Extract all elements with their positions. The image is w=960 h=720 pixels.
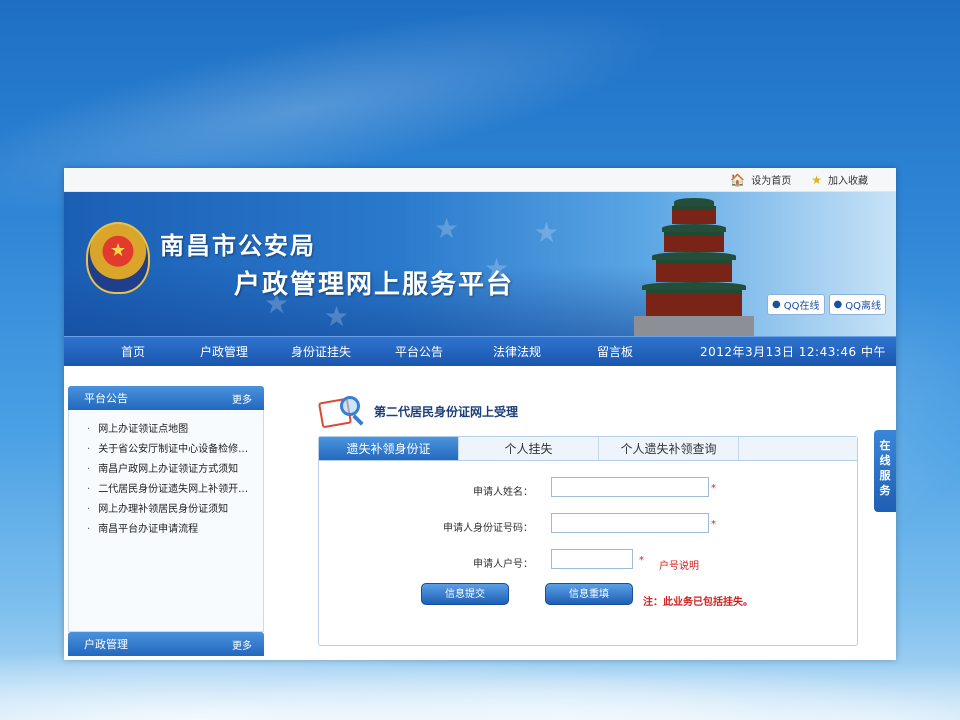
household-panel-header: 户政管理 更多: [68, 632, 264, 656]
form-heading: 第二代居民身份证网上受理: [317, 392, 519, 430]
form-panel: 遗失补领身份证 个人挂失 个人遗失补领查询 申请人姓名： * 申请人身份证号码：…: [318, 436, 858, 646]
household-more-link[interactable]: 更多: [232, 637, 252, 652]
notice-item[interactable]: · 关于省公安厅制证中心设备检修…: [69, 440, 263, 460]
home-icon: 🏠: [730, 172, 746, 187]
content-area: 平台公告 更多 · 网上办证领证点地图 · 关于省公安厅制证中心设备检修… · 南昌户…: [64, 366, 896, 660]
applicant-id-input[interactable]: [551, 513, 709, 533]
form-title: 第二代居民身份证网上受理: [374, 404, 519, 419]
notice-item[interactable]: · 南昌平台办证申请流程: [69, 520, 263, 540]
qq-penguin-icon: ●: [772, 299, 781, 310]
tab-personal-loss[interactable]: 个人挂失: [459, 437, 599, 460]
emblem-star-icon: ★: [110, 240, 127, 261]
qq-penguin-icon: ●: [833, 299, 843, 310]
nav-home[interactable]: 首页: [114, 343, 152, 360]
required-mark: *: [639, 555, 644, 566]
banner-star-icon: ★: [434, 212, 460, 245]
top-utility-bar: 🏠 设为首页 ★ 加入收藏: [64, 168, 896, 192]
site-title-bureau: 南昌市公安局: [160, 232, 316, 260]
hukou-help-link[interactable]: 户号说明: [659, 557, 699, 572]
notice-item[interactable]: · 网上办证领证点地图: [69, 420, 263, 440]
browser-page: 🏠 设为首页 ★ 加入收藏 ★ ★ ★ ★ ★ ★ 南昌市公安局 户政管理网上服…: [64, 168, 896, 660]
household-panel-title: 户政管理: [84, 638, 128, 651]
notice-item[interactable]: · 二代居民身份证遗失网上补领开…: [69, 480, 263, 500]
notice-panel-title: 平台公告: [84, 392, 128, 405]
qq-offline-button[interactable]: ● QQ离线: [828, 294, 886, 315]
notice-item[interactable]: · 网上办理补领居民身份证须知: [69, 500, 263, 520]
applicant-name-label: 申请人姓名：: [473, 487, 533, 498]
submit-button[interactable]: 信息提交: [421, 583, 509, 605]
applicant-hukou-input[interactable]: [551, 549, 633, 569]
calendar-search-icon: [317, 392, 364, 430]
main-navigation: 首页 户政管理 身份证挂失 平台公告 法律法规 留言板 2012年3月13日 1…: [64, 336, 896, 366]
star-icon: ★: [811, 172, 822, 187]
banner-star-icon: ★: [534, 216, 560, 249]
site-title-platform: 户政管理网上服务平台: [234, 270, 515, 300]
nav-household-admin[interactable]: 户政管理: [176, 343, 272, 360]
nav-id-card-loss[interactable]: 身份证挂失: [272, 343, 370, 360]
nav-message-board[interactable]: 留言板: [566, 343, 664, 360]
required-mark: *: [711, 519, 716, 530]
tengwang-pavilion-graphic: [634, 198, 754, 336]
notice-item[interactable]: · 南昌户政网上办证领证方式须知: [69, 460, 263, 480]
qq-buttons: ● QQ在线 ● QQ离线: [767, 294, 886, 315]
qq-offline-label: QQ离线: [845, 301, 881, 312]
header-banner: ★ ★ ★ ★ ★ ★ 南昌市公安局 户政管理网上服务平台 ● QQ在线 ● Q…: [64, 192, 896, 336]
banner-star-icon: ★: [324, 300, 350, 333]
datetime-display: 2012年3月13日 12:43:46 中午: [700, 345, 886, 359]
online-service-tab[interactable]: 在线服务: [874, 430, 896, 512]
tab-lost-reissue[interactable]: 遗失补领身份证: [319, 437, 459, 460]
notice-list: · 网上办证领证点地图 · 关于省公安厅制证中心设备检修… · 南昌户政网上办证领证方…: [68, 410, 264, 632]
sidebar: 平台公告 更多 · 网上办证领证点地图 · 关于省公安厅制证中心设备检修… · 南昌户…: [68, 386, 264, 656]
police-emblem-logo: ★: [86, 222, 150, 294]
set-homepage-link[interactable]: 🏠 设为首页: [730, 172, 792, 188]
set-homepage-label: 设为首页: [751, 176, 792, 187]
qq-online-label: QQ在线: [783, 301, 820, 312]
notice-more-link[interactable]: 更多: [232, 391, 252, 406]
nav-laws[interactable]: 法律法规: [468, 343, 566, 360]
qq-online-button[interactable]: ● QQ在线: [767, 294, 825, 315]
applicant-name-input[interactable]: [551, 477, 709, 497]
main-form-area: 第二代居民身份证网上受理 遗失补领身份证 个人挂失 个人遗失补领查询 申请人姓名…: [314, 366, 874, 660]
form-tabs: 遗失补领身份证 个人挂失 个人遗失补领查询: [319, 437, 857, 461]
online-service-label: 在线服务: [879, 439, 891, 497]
applicant-id-label: 申请人身份证号码：: [443, 523, 533, 534]
form-note: 注：此业务已包括挂失。: [643, 597, 753, 608]
tab-reissue-query[interactable]: 个人遗失补领查询: [599, 437, 739, 460]
notice-panel-header: 平台公告 更多: [68, 386, 264, 410]
add-favorite-link[interactable]: ★ 加入收藏: [811, 172, 868, 188]
applicant-hukou-label: 申请人户号：: [473, 559, 533, 570]
add-favorite-label: 加入收藏: [828, 176, 868, 187]
nav-announcements[interactable]: 平台公告: [370, 343, 468, 360]
reset-button[interactable]: 信息重填: [545, 583, 633, 605]
required-mark: *: [711, 483, 716, 494]
